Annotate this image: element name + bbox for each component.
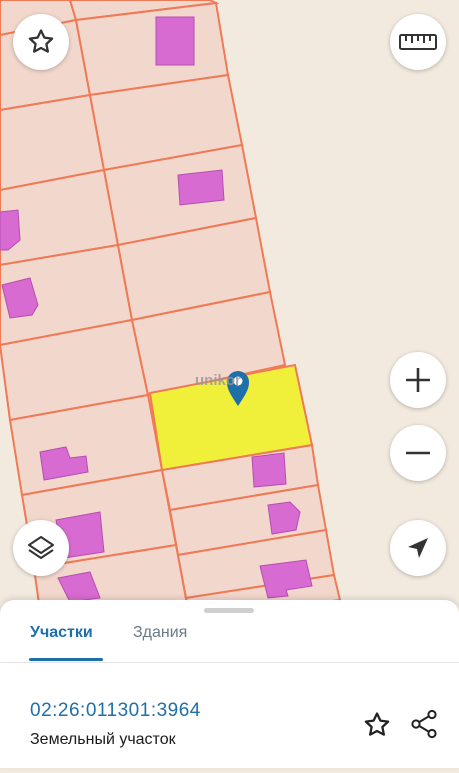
active-tab-indicator (29, 658, 103, 661)
star-outline-icon[interactable] (362, 710, 392, 740)
object-type-label: Земельный участок (30, 731, 176, 748)
layers-icon (28, 536, 54, 559)
minus-icon (406, 451, 430, 455)
building (155, 16, 195, 66)
ruler-icon (399, 34, 437, 50)
cadastral-number[interactable]: 02:26:011301:3964 (30, 700, 201, 722)
plus-icon (406, 368, 430, 392)
share-icon[interactable] (408, 708, 440, 740)
building (267, 501, 301, 535)
sheet-drag-handle[interactable] (204, 608, 254, 613)
bottom-sheet[interactable]: Участки Здания 02:26:011301:3964 Земельн… (0, 600, 459, 768)
favorite-button[interactable] (13, 14, 69, 70)
star-icon (28, 29, 54, 53)
tab-plots[interactable]: Участки (30, 624, 93, 642)
ruler-button[interactable] (390, 14, 446, 70)
navigation-arrow-icon (408, 538, 428, 558)
building (177, 169, 225, 206)
zoom-in-button[interactable] (390, 352, 446, 408)
my-location-button[interactable] (390, 520, 446, 576)
tab-buildings[interactable]: Здания (133, 624, 187, 642)
zoom-out-button[interactable] (390, 425, 446, 481)
layers-button[interactable] (13, 520, 69, 576)
tabs-divider (0, 662, 459, 663)
building (251, 452, 287, 488)
map-watermark: unikor (195, 372, 241, 389)
